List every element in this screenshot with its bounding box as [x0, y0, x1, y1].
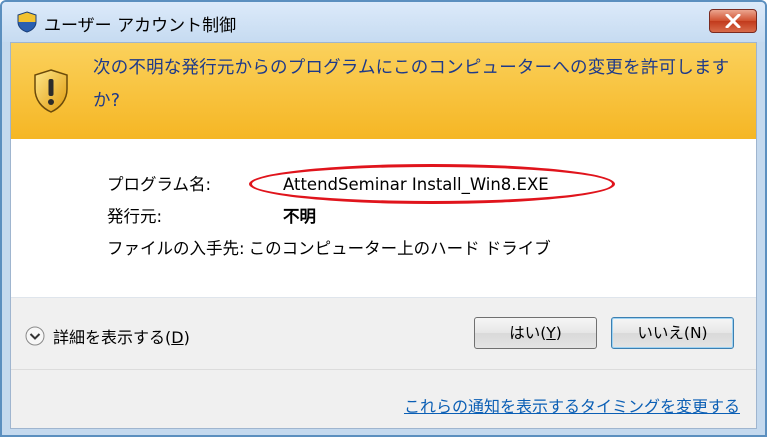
yes-button-label: はい( [509, 324, 547, 342]
footer-area: 詳細を表示する(D) はい(Y) いいえ(N) これらの通知を表示するタイミング… [11, 298, 756, 428]
warning-shield-icon [34, 69, 68, 113]
origin-label: ファイルの入手先: [107, 239, 245, 258]
dialog-client-area: 次の不明な発行元からのプログラムにこのコンピューターへの変更を許可しますか? プ… [10, 42, 757, 429]
title-bar[interactable]: ユーザー アカウント制御 [2, 2, 765, 42]
publisher-row: 発行元: 不明 [107, 201, 551, 233]
origin-value: このコンピューター上のハード ドライブ [248, 239, 551, 258]
program-name-label: プログラム名: [107, 175, 212, 194]
chevron-down-circle-icon [25, 326, 45, 346]
window-title: ユーザー アカウント制御 [44, 16, 237, 36]
close-icon [725, 14, 741, 28]
show-details-toggle[interactable]: 詳細を表示する(D) [25, 324, 190, 348]
footer-divider [11, 369, 756, 370]
banner-message: 次の不明な発行元からのプログラムにこのコンピューターへの変更を許可しますか? [93, 58, 730, 111]
yes-button-access-key: Y [546, 324, 556, 342]
show-details-access-key: D [171, 328, 184, 347]
show-details-label-close: ) [183, 328, 190, 347]
yes-button[interactable]: はい(Y) [474, 317, 597, 349]
program-name-row: プログラム名: AttendSeminar Install_Win8.EXE [107, 169, 551, 201]
close-button[interactable] [709, 9, 757, 33]
warning-banner: 次の不明な発行元からのプログラムにこのコンピューターへの変更を許可しますか? [11, 43, 756, 139]
show-details-label: 詳細を表示する(D) [53, 324, 190, 348]
publisher-label: 発行元: [107, 207, 163, 226]
change-notification-settings-link[interactable]: これらの通知を表示するタイミングを変更する [404, 393, 740, 417]
yes-button-label-close: ) [555, 324, 562, 342]
publisher-value: 不明 [283, 207, 316, 226]
program-info: プログラム名: AttendSeminar Install_Win8.EXE 発行… [107, 169, 551, 265]
program-name-value: AttendSeminar Install_Win8.EXE [283, 175, 549, 194]
uac-shield-icon [17, 11, 37, 33]
uac-dialog-window: ユーザー アカウント制御 次の不明な発行元からのプログラムにこのコンピューターへ… [0, 0, 767, 437]
show-details-label-text: 詳細を表示する( [53, 328, 172, 347]
origin-row: ファイルの入手先: このコンピューター上のハード ドライブ [107, 233, 551, 265]
no-button[interactable]: いいえ(N) [611, 317, 734, 349]
